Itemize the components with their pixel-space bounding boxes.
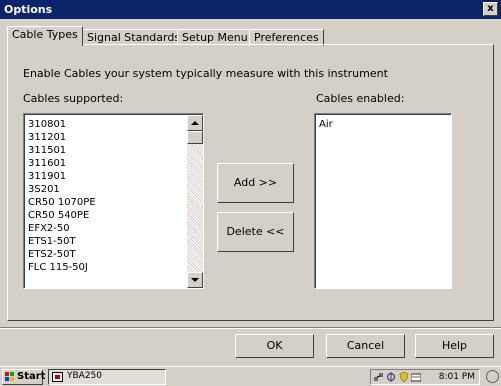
close-button[interactable]: x xyxy=(483,2,498,16)
supported-items: 310801 311201 311501 311601 311901 3S201 CR50 … xyxy=(26,118,185,274)
cancel-label: Cancel xyxy=(346,339,385,352)
vertical-scrollbar[interactable] xyxy=(187,115,203,288)
taskbar-app-yba250[interactable]: YBA250 xyxy=(48,369,166,385)
arrow-up-icon xyxy=(191,121,199,125)
cancel-button[interactable]: Cancel xyxy=(326,334,405,358)
ok-button[interactable]: OK xyxy=(235,334,314,358)
tab-label: Setup Menu xyxy=(182,31,248,44)
cables-enabled-label: Cables enabled: xyxy=(316,92,405,105)
separator xyxy=(0,327,501,329)
task-label: YBA250 xyxy=(67,371,103,381)
list-item[interactable]: 310801 xyxy=(26,118,185,131)
scroll-thumb[interactable] xyxy=(187,131,203,144)
list-item[interactable]: 311501 xyxy=(26,144,185,157)
scroll-down-button[interactable] xyxy=(187,272,203,288)
arrow-down-icon xyxy=(191,278,199,282)
list-item[interactable]: CR50 1070PE xyxy=(26,196,185,209)
network-icon[interactable] xyxy=(374,372,384,382)
ok-label: OK xyxy=(266,339,283,352)
cables-supported-list[interactable]: 310801 311201 311501 311601 311901 3S201 CR50 … xyxy=(23,113,204,289)
list-item[interactable]: 311201 xyxy=(26,131,185,144)
list-item[interactable]: EFX2-50 xyxy=(26,222,185,235)
add-button[interactable]: Add >> xyxy=(217,163,294,203)
clock: 8:01 PM xyxy=(438,372,475,382)
cables-enabled-list[interactable]: Air xyxy=(314,113,452,289)
windows-logo-icon xyxy=(5,372,15,381)
delete-button-label: Delete << xyxy=(226,225,285,238)
list-item[interactable]: CR50 540PE xyxy=(26,209,185,222)
desktop-corner-icon[interactable] xyxy=(486,370,499,383)
tab-label: Cable Types xyxy=(12,28,78,41)
list-item[interactable]: ETS1-50T xyxy=(26,235,185,248)
close-icon: x xyxy=(487,3,494,14)
list-item[interactable]: 311601 xyxy=(26,157,185,170)
title-bar: Options x xyxy=(0,0,501,19)
cables-supported-label: Cables supported: xyxy=(23,92,124,105)
taskbar: Start YBA250 8:01 PM xyxy=(0,366,501,386)
tab-label: Preferences xyxy=(254,31,319,44)
list-frame: 310801 311201 311501 311601 311901 3S201 CR50 … xyxy=(24,114,203,288)
shield-icon[interactable] xyxy=(399,371,409,383)
start-label: Start xyxy=(17,371,46,382)
delete-button[interactable]: Delete << xyxy=(217,212,294,252)
instruction-text: Enable Cables your system typically meas… xyxy=(23,67,388,80)
enabled-items: Air xyxy=(317,118,449,131)
add-button-label: Add >> xyxy=(233,176,278,189)
list-item[interactable]: 3S201 xyxy=(26,183,185,196)
scroll-up-button[interactable] xyxy=(187,115,203,131)
list-item[interactable]: FLC 115-50J xyxy=(26,261,185,274)
list-item[interactable]: Air xyxy=(317,118,449,131)
list-item[interactable]: 311901 xyxy=(26,170,185,183)
list-item[interactable]: ETS2-50T xyxy=(26,248,185,261)
tab-label: Signal Standards xyxy=(87,31,181,44)
list-frame: Air xyxy=(315,114,451,288)
keyboard-icon[interactable] xyxy=(410,372,422,382)
tab-cable-types[interactable]: Cable Types xyxy=(7,26,83,46)
help-label: Help xyxy=(441,339,468,352)
app-icon xyxy=(52,372,63,382)
tab-strip: Cable Types Signal Standards Setup Menu … xyxy=(0,23,501,46)
help-button[interactable]: Help xyxy=(415,334,494,358)
start-button[interactable]: Start xyxy=(2,369,46,385)
system-tray: 8:01 PM xyxy=(370,369,480,385)
window-title: Options xyxy=(4,3,53,16)
connection-icon[interactable] xyxy=(386,372,396,382)
